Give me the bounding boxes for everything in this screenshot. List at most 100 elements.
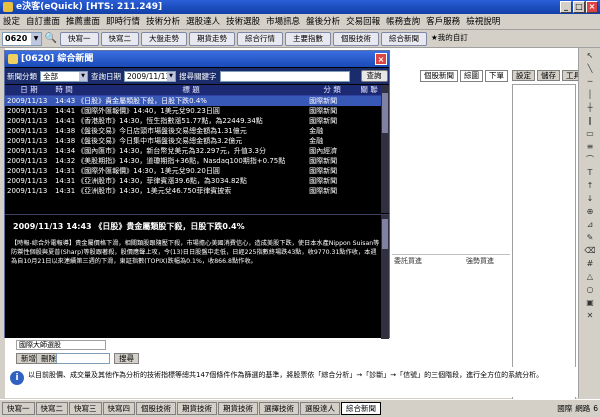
task-quick1[interactable]: 快寫一 xyxy=(2,402,35,415)
stock-code-combo[interactable]: 0620 ▼ xyxy=(2,31,42,46)
table-row[interactable]: 2009/11/13 14:31 《亞洲股市》14:30，菲律賓漲39.6點，為30… xyxy=(5,176,381,186)
task-stock-picker[interactable]: 選股達人 xyxy=(300,402,340,415)
measure-icon[interactable]: ⊿ xyxy=(583,219,597,230)
column-category[interactable]: 分 類 xyxy=(307,85,358,96)
task-futures-technical[interactable]: 期貨技術 xyxy=(177,402,217,415)
minimize-button[interactable]: _ xyxy=(560,1,572,13)
table-row[interactable]: 2009/11/13 14:31 《亞洲股市》14:30，1美元兌46.750菲律賓… xyxy=(5,186,381,196)
hline-icon[interactable]: ─ xyxy=(583,76,597,87)
table-row[interactable]: 2009/11/13 14:38 《盤後交易》今日店頭市場盤後交易總金額為1.31億… xyxy=(5,126,381,136)
picker-field[interactable]: 國際大師選股 xyxy=(16,340,106,350)
search-icon[interactable]: 🔍 xyxy=(44,32,58,46)
rect-icon[interactable]: ▭ xyxy=(583,128,597,139)
news-scrollbar[interactable] xyxy=(381,85,389,213)
toolbar-composite-news[interactable]: 綜合新聞 xyxy=(381,31,427,46)
toolbar-stock-technical[interactable]: 個股技術 xyxy=(333,31,379,46)
arrow-up-icon[interactable]: ↑ xyxy=(583,180,597,191)
task-quick2[interactable]: 快寫二 xyxy=(35,402,68,415)
news-close-button[interactable]: × xyxy=(375,53,387,65)
fib-icon[interactable]: ≡ xyxy=(583,141,597,152)
cursor-icon[interactable]: ↖ xyxy=(583,50,597,61)
menu-technical-analysis[interactable]: 技術分析 xyxy=(143,14,183,29)
table-row[interactable]: 2009/11/13 14:32 《美股期指》14:30，道瓊期指+36點，Nasd… xyxy=(5,156,381,166)
text-icon[interactable]: T xyxy=(583,167,597,178)
tab-chart[interactable]: 綜圖 xyxy=(460,70,483,82)
scroll-thumb[interactable] xyxy=(382,93,388,133)
toolbar-futures-trend[interactable]: 期貨走勢 xyxy=(189,31,235,46)
table-row[interactable]: 2009/11/13 14:41 《國際外匯報價》14:40，1美元兌90.23日圓… xyxy=(5,106,381,116)
cell-related[interactable] xyxy=(357,176,381,186)
chevron-down-icon[interactable]: ▼ xyxy=(31,32,41,45)
menu-technical-screening[interactable]: 技術選股 xyxy=(223,14,263,29)
menu-trade-report[interactable]: 交易回報 xyxy=(343,14,383,29)
menu-custom-screen[interactable]: 自訂畫面 xyxy=(23,14,63,29)
task-options-technical[interactable]: 選擇技術 xyxy=(259,402,299,415)
table-row[interactable]: 2009/11/13 14:34 《國內匯市》14:30，新台幣兌美元為32.297… xyxy=(5,146,381,156)
menu-help[interactable]: 檢視說明 xyxy=(463,14,503,29)
cell-related[interactable] xyxy=(357,106,381,116)
task-quick3[interactable]: 快寫三 xyxy=(69,402,102,415)
cell-related[interactable] xyxy=(357,166,381,176)
table-row[interactable]: 2009/11/13 14:43 《日股》貴金屬類股下殺，日股下跌0.4% 國際新聞 xyxy=(5,95,381,106)
menu-stock-picker[interactable]: 選股達人 xyxy=(183,14,223,29)
category-select[interactable]: 全部 ▼ xyxy=(40,70,88,82)
search-button[interactable]: 搜尋 xyxy=(114,353,139,364)
cell-related[interactable] xyxy=(357,126,381,136)
task-stock-technical[interactable]: 個股技術 xyxy=(136,402,176,415)
save-button[interactable]: 儲存 xyxy=(537,70,560,81)
task-futures-technical-2[interactable]: 期貨技術 xyxy=(218,402,258,415)
column-related[interactable]: 關 聯 xyxy=(357,85,381,96)
cell-related[interactable] xyxy=(357,95,381,106)
arc-icon[interactable]: ⌒ xyxy=(583,154,597,165)
tab-stock-news[interactable]: 個股新聞 xyxy=(420,70,458,82)
cell-related[interactable] xyxy=(357,186,381,196)
lock-icon[interactable]: ▣ xyxy=(583,297,597,308)
settings-button[interactable]: 設定 xyxy=(512,70,535,81)
menu-realtime-quotes[interactable]: 即時行情 xyxy=(103,14,143,29)
menu-market-news[interactable]: 市場訊息 xyxy=(263,14,303,29)
cell-related[interactable] xyxy=(357,146,381,156)
cross-icon[interactable]: ┼ xyxy=(583,102,597,113)
table-row[interactable]: 2009/11/13 14:41 《香港股市》14:30，恆生指數漲51.77點，為… xyxy=(5,116,381,126)
grid-icon[interactable]: # xyxy=(583,258,597,269)
vline-icon[interactable]: │ xyxy=(583,89,597,100)
eraser-icon[interactable]: ⌫ xyxy=(583,245,597,256)
table-row[interactable]: 2009/11/13 14:38 《盤後交易》今日集中市場盤後交易總金額為3.2億元… xyxy=(5,136,381,146)
circle-icon[interactable]: ○ xyxy=(583,284,597,295)
task-composite-news[interactable]: 綜合新聞 xyxy=(341,402,381,415)
menu-customer-service[interactable]: 客戶服務 xyxy=(423,14,463,29)
menu-settings[interactable]: 設定 xyxy=(0,14,23,29)
zoom-icon[interactable]: ⊕ xyxy=(583,206,597,217)
arrow-down-icon[interactable]: ↓ xyxy=(583,193,597,204)
cell-related[interactable] xyxy=(357,116,381,126)
delete-icon[interactable]: ✕ xyxy=(583,310,597,321)
column-date[interactable]: 日 期 xyxy=(5,85,53,96)
toolbar-market-trend[interactable]: 大盤走勢 xyxy=(141,31,187,46)
toolbar-quick2[interactable]: 快寫二 xyxy=(100,31,139,46)
cell-related[interactable] xyxy=(357,136,381,146)
task-quick4[interactable]: 快寫四 xyxy=(102,402,135,415)
column-headline[interactable]: 標 題 xyxy=(75,85,308,96)
keyword-input[interactable] xyxy=(219,70,350,82)
date-select[interactable]: 2009/11/13 ▼ xyxy=(124,70,176,82)
tab-order[interactable]: 下單 xyxy=(485,70,508,82)
menu-account-query[interactable]: 帳務查詢 xyxy=(383,14,423,29)
query-button[interactable]: 查詢 xyxy=(360,70,388,82)
toolbar-quick1[interactable]: 快寫一 xyxy=(60,31,99,46)
line-icon[interactable]: ╲ xyxy=(583,63,597,74)
channel-icon[interactable]: ∥ xyxy=(583,115,597,126)
picker-search-input[interactable] xyxy=(56,353,110,364)
maximize-button[interactable]: □ xyxy=(573,1,585,13)
close-button[interactable]: × xyxy=(586,1,598,13)
cell-related[interactable] xyxy=(357,156,381,166)
toolbar-major-indices[interactable]: 主要指數 xyxy=(285,31,331,46)
toolbar-composite-quotes[interactable]: 綜合行情 xyxy=(237,31,283,46)
menu-post-market[interactable]: 盤後分析 xyxy=(303,14,343,29)
table-row[interactable]: 2009/11/13 14:31 《國際外匯報價》14:30，1美元兌90.20日圓… xyxy=(5,166,381,176)
scroll-thumb[interactable] xyxy=(382,219,388,249)
pencil-icon[interactable]: ✎ xyxy=(583,232,597,243)
detail-scrollbar[interactable] xyxy=(381,215,389,339)
menu-recommended-screen[interactable]: 推薦畫面 xyxy=(63,14,103,29)
triangle-icon[interactable]: △ xyxy=(583,271,597,282)
toolbar-favorite[interactable]: ★我的自訂 xyxy=(429,32,470,46)
